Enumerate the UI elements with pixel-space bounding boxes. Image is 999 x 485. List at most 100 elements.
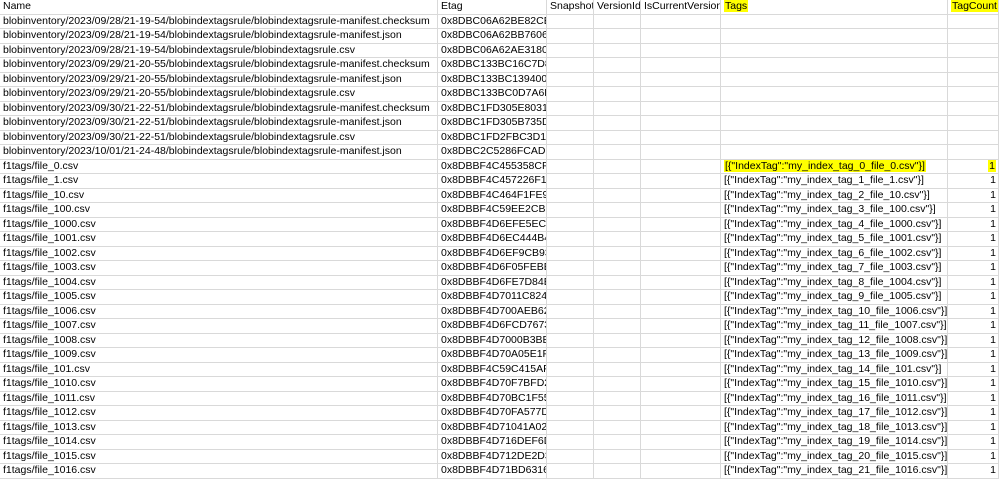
cell-snapshot[interactable] <box>547 392 594 407</box>
cell-name[interactable]: f1tags/file_1011.csv <box>0 392 438 407</box>
cell-tagcount[interactable]: 1 <box>948 377 999 392</box>
cell-etag[interactable]: 0x8DBBF4C59C415AF <box>438 363 547 378</box>
cell-versionid[interactable] <box>594 87 641 102</box>
cell-versionid[interactable] <box>594 218 641 233</box>
cell-snapshot[interactable] <box>547 218 594 233</box>
cell-versionid[interactable] <box>594 377 641 392</box>
cell-versionid[interactable] <box>594 116 641 131</box>
cell-snapshot[interactable] <box>547 276 594 291</box>
cell-name[interactable]: blobinventory/2023/09/29/21-20-55/blobin… <box>0 87 438 102</box>
cell-name[interactable]: f1tags/file_1013.csv <box>0 421 438 436</box>
cell-etag[interactable]: 0x8DBBF4D70BC1F55 <box>438 392 547 407</box>
cell-tagcount[interactable]: 1 <box>948 464 999 479</box>
cell-tags[interactable]: [{"IndexTag":"my_index_tag_12_file_1008.… <box>721 334 948 349</box>
cell-tagcount[interactable]: 1 <box>948 348 999 363</box>
cell-tagcount[interactable] <box>948 145 999 160</box>
cell-iscurrentversion[interactable] <box>641 87 721 102</box>
cell-snapshot[interactable] <box>547 290 594 305</box>
cell-iscurrentversion[interactable] <box>641 290 721 305</box>
cell-snapshot[interactable] <box>547 450 594 465</box>
cell-tagcount[interactable] <box>948 102 999 117</box>
cell-versionid[interactable] <box>594 348 641 363</box>
cell-iscurrentversion[interactable] <box>641 174 721 189</box>
cell-tags[interactable]: [{"IndexTag":"my_index_tag_14_file_101.c… <box>721 363 948 378</box>
cell-name[interactable]: f1tags/file_100.csv <box>0 203 438 218</box>
cell-versionid[interactable] <box>594 435 641 450</box>
cell-tags[interactable] <box>721 87 948 102</box>
cell-tagcount[interactable] <box>948 131 999 146</box>
cell-versionid[interactable] <box>594 261 641 276</box>
cell-snapshot[interactable] <box>547 116 594 131</box>
cell-iscurrentversion[interactable] <box>641 464 721 479</box>
cell-name[interactable]: f1tags/file_10.csv <box>0 189 438 204</box>
cell-etag[interactable]: 0x8DBBF4D70F7BFD2 <box>438 377 547 392</box>
cell-etag[interactable]: 0x8DBBF4C464F1FE9 <box>438 189 547 204</box>
cell-iscurrentversion[interactable] <box>641 232 721 247</box>
cell-tags[interactable] <box>721 131 948 146</box>
cell-etag[interactable]: 0x8DBBF4D6EC444B4 <box>438 232 547 247</box>
cell-iscurrentversion[interactable] <box>641 334 721 349</box>
cell-tags[interactable] <box>721 102 948 117</box>
header-versionid[interactable]: VersionId <box>594 0 641 15</box>
cell-snapshot[interactable] <box>547 421 594 436</box>
cell-tagcount[interactable]: 1 <box>948 363 999 378</box>
cell-tags[interactable] <box>721 58 948 73</box>
cell-snapshot[interactable] <box>547 363 594 378</box>
cell-iscurrentversion[interactable] <box>641 363 721 378</box>
cell-tags[interactable]: [{"IndexTag":"my_index_tag_17_file_1012.… <box>721 406 948 421</box>
cell-name[interactable]: f1tags/file_1005.csv <box>0 290 438 305</box>
cell-name[interactable]: blobinventory/2023/10/01/21-24-48/blobin… <box>0 145 438 160</box>
cell-iscurrentversion[interactable] <box>641 377 721 392</box>
cell-etag[interactable]: 0x8DBBF4D70A05E1F <box>438 348 547 363</box>
cell-tags[interactable]: [{"IndexTag":"my_index_tag_10_file_1006.… <box>721 305 948 320</box>
cell-name[interactable]: f1tags/file_1007.csv <box>0 319 438 334</box>
cell-tags[interactable] <box>721 44 948 59</box>
cell-iscurrentversion[interactable] <box>641 145 721 160</box>
cell-etag[interactable]: 0x8DBBF4D700AEB62 <box>438 305 547 320</box>
cell-versionid[interactable] <box>594 44 641 59</box>
cell-etag[interactable]: 0x8DBBF4D71041A02 <box>438 421 547 436</box>
cell-tagcount[interactable] <box>948 73 999 88</box>
cell-iscurrentversion[interactable] <box>641 319 721 334</box>
cell-tags[interactable]: [{"IndexTag":"my_index_tag_5_file_1001.c… <box>721 232 948 247</box>
cell-tagcount[interactable]: 1 <box>948 203 999 218</box>
cell-tags[interactable]: [{"IndexTag":"my_index_tag_9_file_1005.c… <box>721 290 948 305</box>
cell-versionid[interactable] <box>594 29 641 44</box>
cell-etag[interactable]: 0x8DBBF4D6FCD7673 <box>438 319 547 334</box>
cell-name[interactable]: f1tags/file_1014.csv <box>0 435 438 450</box>
cell-iscurrentversion[interactable] <box>641 276 721 291</box>
cell-snapshot[interactable] <box>547 160 594 175</box>
cell-name[interactable]: f1tags/file_1006.csv <box>0 305 438 320</box>
cell-versionid[interactable] <box>594 203 641 218</box>
cell-snapshot[interactable] <box>547 203 594 218</box>
cell-name[interactable]: f1tags/file_1010.csv <box>0 377 438 392</box>
cell-etag[interactable]: 0x8DBBF4C455358CF <box>438 160 547 175</box>
cell-snapshot[interactable] <box>547 131 594 146</box>
cell-tags[interactable]: [{"IndexTag":"my_index_tag_18_file_1013.… <box>721 421 948 436</box>
cell-versionid[interactable] <box>594 421 641 436</box>
cell-tagcount[interactable]: 1 <box>948 421 999 436</box>
cell-tagcount[interactable]: 1 <box>948 232 999 247</box>
cell-name[interactable]: f1tags/file_1015.csv <box>0 450 438 465</box>
cell-iscurrentversion[interactable] <box>641 58 721 73</box>
cell-versionid[interactable] <box>594 145 641 160</box>
cell-name[interactable]: f1tags/file_1012.csv <box>0 406 438 421</box>
cell-snapshot[interactable] <box>547 377 594 392</box>
cell-tagcount[interactable]: 1 <box>948 406 999 421</box>
cell-iscurrentversion[interactable] <box>641 29 721 44</box>
cell-tagcount[interactable]: 1 <box>948 290 999 305</box>
cell-etag[interactable]: 0x8DBBF4D712DE2D3 <box>438 450 547 465</box>
cell-tagcount[interactable] <box>948 116 999 131</box>
cell-snapshot[interactable] <box>547 73 594 88</box>
cell-snapshot[interactable] <box>547 334 594 349</box>
cell-tags[interactable]: [{"IndexTag":"my_index_tag_13_file_1009.… <box>721 348 948 363</box>
cell-iscurrentversion[interactable] <box>641 348 721 363</box>
cell-tags[interactable]: [{"IndexTag":"my_index_tag_4_file_1000.c… <box>721 218 948 233</box>
cell-iscurrentversion[interactable] <box>641 131 721 146</box>
cell-etag[interactable]: 0x8DBBF4D7011C824 <box>438 290 547 305</box>
cell-snapshot[interactable] <box>547 406 594 421</box>
cell-snapshot[interactable] <box>547 319 594 334</box>
cell-etag[interactable]: 0x8DBBF4D7000B3BB <box>438 334 547 349</box>
cell-iscurrentversion[interactable] <box>641 392 721 407</box>
header-name[interactable]: Name <box>0 0 438 15</box>
